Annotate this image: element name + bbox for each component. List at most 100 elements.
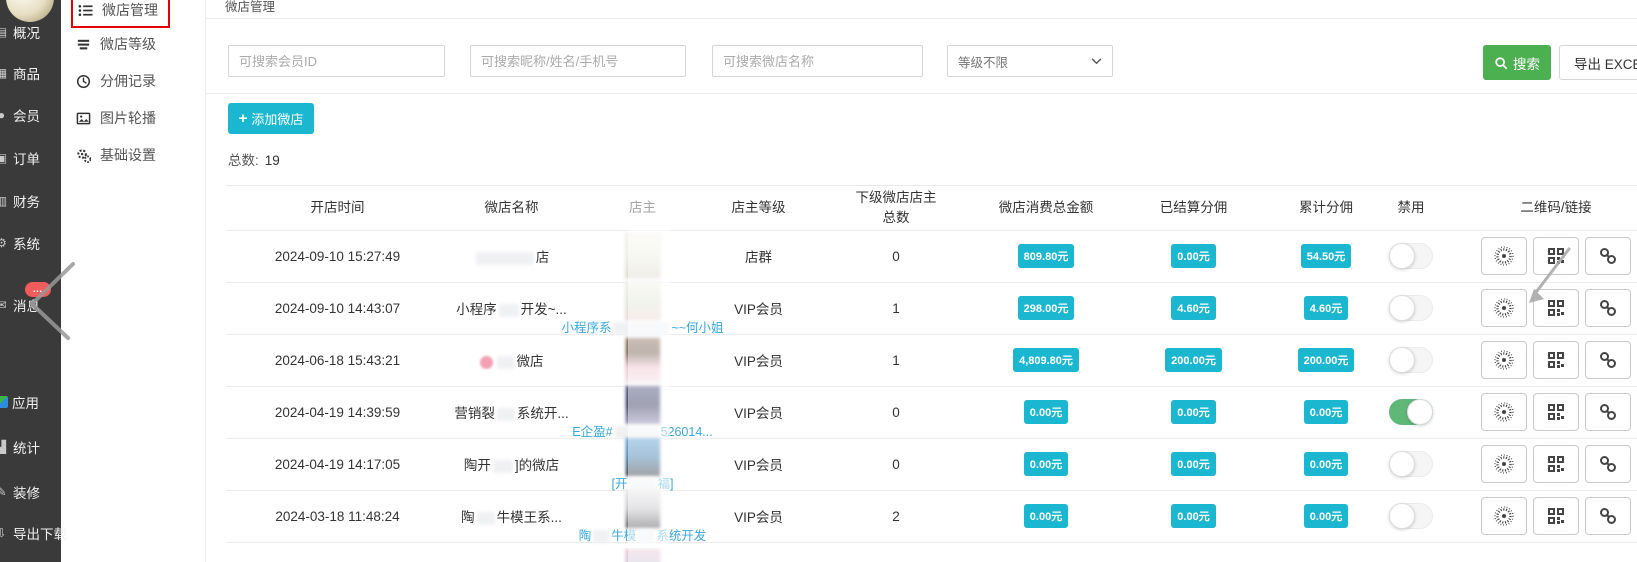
disable-toggle[interactable] <box>1389 347 1433 373</box>
owner-avatar-image[interactable] <box>625 489 661 529</box>
qrcode-button[interactable] <box>1533 497 1579 535</box>
table-row-partial <box>226 542 1637 562</box>
owner-avatar-image[interactable] <box>625 281 661 321</box>
owner-cell: [开福] <box>574 438 711 490</box>
censored-blur <box>476 252 534 265</box>
sub-store-count-cell: 0 <box>806 438 986 490</box>
level-filter-select[interactable]: 等级不限 <box>947 45 1113 77</box>
secondary-sidebar: 微店管理微店等级分佣记录图片轮播基础设置 <box>61 0 206 562</box>
qrcode-button[interactable] <box>1533 341 1579 379</box>
add-store-button[interactable]: 添加微店 <box>228 103 314 134</box>
disable-toggle[interactable] <box>1389 451 1433 477</box>
sidebar-item-commission-record[interactable]: 分佣记录 <box>71 63 170 99</box>
sidebar-item-overview[interactable]: ▤概况 <box>0 22 40 42</box>
sidebar-item-apps[interactable]: 应用 <box>0 392 39 412</box>
owner-avatar-image[interactable] <box>625 548 661 562</box>
sidebar-item-export-download[interactable]: ⇩导出下载 <box>0 523 67 543</box>
owner-name-link[interactable]: 陶牛模系统开发 <box>579 530 707 543</box>
owner-name-link[interactable]: 小程序系~~何小姐 <box>561 322 723 335</box>
owner-avatar-image[interactable] <box>625 385 661 425</box>
member-id-search-input[interactable] <box>228 45 445 77</box>
sidebar-item-finance[interactable]: ▥财务 <box>0 191 40 211</box>
total-commission-badge: 0.00元 <box>1304 452 1348 476</box>
owner-info <box>574 548 711 562</box>
miniprogram-code-button[interactable] <box>1481 497 1527 535</box>
export-excel-button[interactable]: 导出 EXCEL <box>1559 45 1637 80</box>
sub-store-count-cell: 0 <box>806 386 986 438</box>
censored-blur <box>497 408 515 421</box>
link-button[interactable] <box>1585 237 1631 275</box>
store-name-search-input[interactable] <box>712 45 923 77</box>
qrcode-button[interactable] <box>1533 289 1579 327</box>
store-table: 开店时间微店名称店主店主等级下级微店店主 总数微店消费总金额已结算分佣累计分佣禁… <box>226 186 1637 562</box>
empty-cell <box>1451 542 1637 562</box>
apps-icon <box>0 396 8 408</box>
sidebar-item-image-carousel[interactable]: 图片轮播 <box>71 100 170 136</box>
owner-avatar-image[interactable] <box>625 337 661 383</box>
disable-cell <box>1371 490 1451 542</box>
store-name-cell: 陶牛模王系... <box>449 490 574 542</box>
link-button[interactable] <box>1585 341 1631 379</box>
qrcode-button[interactable] <box>1533 237 1579 275</box>
sidebar-item-messages[interactable]: ✉消息… <box>0 295 40 315</box>
table-row: 2024-09-10 14:43:07小程序开发~...小程序系~~何小姐VIP… <box>226 282 1637 334</box>
miniprogram-code-icon <box>1494 246 1514 266</box>
censored-blur <box>613 322 669 335</box>
miniprogram-code-button[interactable] <box>1481 237 1527 275</box>
qr-link-cell <box>1451 386 1637 438</box>
owner-name-text: 陶 <box>579 529 592 543</box>
link-button[interactable] <box>1585 289 1631 327</box>
consume-total-badge: 298.00元 <box>1018 296 1075 320</box>
toggle-knob <box>1389 243 1415 269</box>
search-button[interactable]: 搜索 <box>1483 45 1551 80</box>
disable-toggle[interactable] <box>1389 503 1433 529</box>
section-divider <box>206 93 1637 94</box>
sidebar-item-products[interactable]: ▦商品 <box>0 63 40 83</box>
system-icon: ⚙ <box>0 236 9 250</box>
toggle-knob <box>1389 295 1415 321</box>
column-header-disable: 禁用 <box>1371 186 1451 230</box>
settled-commission-badge: 0.00元 <box>1171 244 1215 268</box>
consume-total-cell: 0.00元 <box>986 386 1106 438</box>
search-button-label: 搜索 <box>1513 53 1540 73</box>
miniprogram-code-button[interactable] <box>1481 445 1527 483</box>
settled-commission-cell: 0.00元 <box>1106 386 1281 438</box>
owner-avatar-image[interactable] <box>625 233 661 279</box>
sidebar-item-system[interactable]: ⚙系统 <box>0 233 40 253</box>
consume-total-badge: 809.80元 <box>1018 244 1075 268</box>
disable-toggle[interactable] <box>1389 399 1433 425</box>
disable-toggle[interactable] <box>1389 295 1433 321</box>
sidebar-item-decorate[interactable]: ✎装修 <box>0 482 40 502</box>
settled-commission-cell: 0.00元 <box>1106 230 1281 282</box>
miniprogram-code-button[interactable] <box>1481 289 1527 327</box>
sidebar-item-label: 概况 <box>13 22 40 42</box>
user-avatar[interactable] <box>6 0 54 22</box>
stats-icon: ▟ <box>0 440 9 454</box>
miniprogram-code-button[interactable] <box>1481 393 1527 431</box>
toggle-knob <box>1389 451 1415 477</box>
sidebar-item-stats[interactable]: ▟统计 <box>0 437 40 457</box>
miniprogram-code-button[interactable] <box>1481 341 1527 379</box>
empty-cell <box>986 542 1106 562</box>
qrcode-button[interactable] <box>1533 445 1579 483</box>
settled-commission-cell: 0.00元 <box>1106 438 1281 490</box>
search-icon <box>1494 56 1508 70</box>
link-button[interactable] <box>1585 393 1631 431</box>
nickname-search-input[interactable] <box>470 45 686 77</box>
level-filter-value: 等级不限 <box>958 52 1008 71</box>
sidebar-item-store-level[interactable]: 微店等级 <box>71 26 170 62</box>
sidebar-item-store-manage[interactable]: 微店管理 <box>71 0 170 28</box>
settled-commission-cell: 4.60元 <box>1106 282 1281 334</box>
link-button[interactable] <box>1585 445 1631 483</box>
disable-toggle[interactable] <box>1389 243 1433 269</box>
owner-avatar-image[interactable] <box>625 437 661 477</box>
sidebar-item-orders[interactable]: ▣订单 <box>0 148 40 168</box>
owner-name-text: 牛模 <box>611 529 636 543</box>
qrcode-button[interactable] <box>1533 393 1579 431</box>
sidebar-item-basic-settings[interactable]: 基础设置 <box>71 137 170 173</box>
sidebar-item-members[interactable]: ●会员 <box>0 105 40 125</box>
owner-level-cell: 店群 <box>711 230 806 282</box>
sub-store-count-cell: 1 <box>806 334 986 386</box>
link-button[interactable] <box>1585 497 1631 535</box>
total-commission-cell: 54.50元 <box>1281 230 1371 282</box>
